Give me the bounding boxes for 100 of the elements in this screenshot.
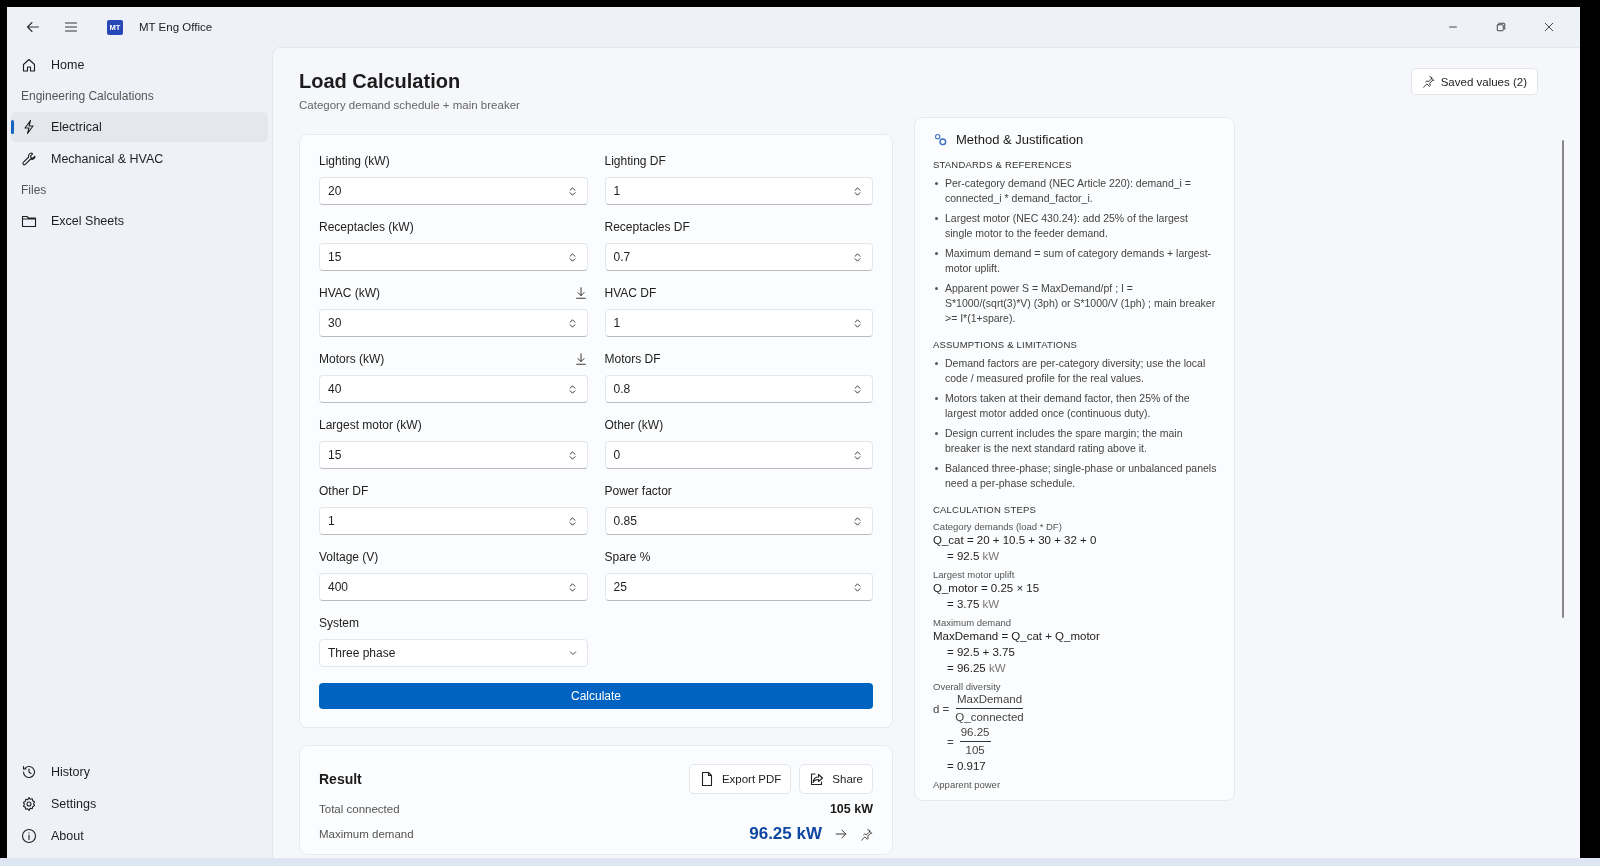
- bullet-text: Largest motor (NEC 430.24): add 25% of the largest single motor to the feeder demand.: [945, 211, 1189, 241]
- menu-icon: [63, 19, 79, 35]
- result-value: 96.25 kW: [749, 824, 822, 844]
- step-caption: Maximum demand: [933, 617, 1013, 628]
- close-icon: [1543, 21, 1555, 33]
- history-icon: [21, 764, 37, 780]
- number-field[interactable]: 400: [319, 573, 588, 601]
- sidebar-item[interactable]: About: [11, 821, 268, 851]
- bullet-icon: [935, 182, 938, 185]
- step-caption: Overall diversity: [933, 681, 1002, 692]
- spinner-icon: [851, 316, 864, 330]
- formula-line: Q_cat = 20 + 10.5 + 30 + 32 + 0: [933, 533, 1098, 548]
- number-field[interactable]: 15: [319, 243, 588, 271]
- gears-icon: [933, 132, 948, 147]
- step-caption: Apparent power: [933, 779, 1002, 790]
- section-heading: ASSUMPTIONS & LIMITATIONS: [933, 339, 1078, 350]
- formula-line: = 96.25 kW: [946, 661, 1007, 676]
- sidebar-item[interactable]: Electrical: [11, 112, 268, 142]
- bullet-icon: [935, 432, 938, 435]
- sidebar-item[interactable]: Excel Sheets: [11, 206, 268, 236]
- spinner-icon: [851, 250, 864, 264]
- result-title: Result: [319, 771, 362, 787]
- number-field[interactable]: 40: [319, 375, 588, 403]
- field-label: HVAC (kW): [319, 286, 381, 300]
- bullet-text: Balanced three-phase; single-phase or unbalanced panels need a per-phase schedule.: [945, 461, 1218, 491]
- field-label: Voltage (V): [319, 550, 379, 564]
- field-label: Receptacles DF: [604, 220, 690, 234]
- number-field[interactable]: 1: [604, 309, 873, 337]
- pin-button[interactable]: [860, 827, 873, 841]
- section-heading: CALCULATION STEPS: [933, 504, 1037, 515]
- field-label: Motors DF: [604, 352, 661, 366]
- bullet-icon: [935, 252, 938, 255]
- sidebar-item[interactable]: Home: [11, 50, 268, 80]
- calculate-button[interactable]: Calculate: [319, 683, 873, 709]
- result-label: Maximum demand: [319, 828, 414, 840]
- number-field[interactable]: 1: [604, 177, 873, 205]
- formula-text: =: [947, 735, 954, 748]
- method-title: Method & Justification: [956, 132, 1084, 147]
- number-field[interactable]: 30: [319, 309, 588, 337]
- field-label: Receptacles (kW): [319, 220, 414, 234]
- field-label: Lighting (kW): [319, 154, 390, 168]
- formula-line: Q_motor = 0.25 × 15: [933, 581, 1041, 596]
- numerator: 96.25: [959, 725, 991, 742]
- sidebar-item[interactable]: History: [11, 757, 268, 787]
- import-button[interactable]: [573, 286, 588, 300]
- bullet-icon: [935, 467, 938, 470]
- number-field[interactable]: 20: [319, 177, 588, 205]
- field-label: Motors (kW): [319, 352, 385, 366]
- formula-line: = 0.917: [946, 759, 987, 774]
- number-field[interactable]: 0.8: [604, 375, 873, 403]
- bullet-icon: [935, 217, 938, 220]
- page-title: Load Calculation: [299, 70, 462, 93]
- scrollbar[interactable]: [1562, 140, 1564, 618]
- wrench-icon: [21, 151, 37, 167]
- pin-icon: [860, 827, 873, 841]
- section-heading: STANDARDS & REFERENCES: [933, 159, 1073, 170]
- denominator: 105: [965, 743, 985, 758]
- denominator: Q_connected: [955, 710, 1024, 725]
- field-label: System: [319, 616, 359, 630]
- dropdown[interactable]: Three phase: [319, 639, 588, 667]
- number-field[interactable]: 0.7: [604, 243, 873, 271]
- share-button[interactable]: Share: [799, 764, 873, 794]
- field-label: Lighting DF: [604, 154, 666, 168]
- number-field[interactable]: 0: [604, 441, 873, 469]
- formula-line: MaxDemand = Q_cat + Q_motor: [933, 629, 1101, 644]
- section-header: Engineering Calculations: [20, 88, 155, 105]
- folder-icon: [21, 213, 37, 229]
- formula-text: d =: [933, 702, 950, 715]
- restore-icon: [1495, 21, 1507, 33]
- formula-line: = 92.5 + 3.75: [946, 645, 1016, 660]
- bullet-text: Maximum demand = sum of category demands + largest-motor uplift.: [945, 246, 1213, 276]
- export-button[interactable]: Export PDF: [688, 764, 792, 794]
- settings-icon: [21, 796, 37, 812]
- info-icon: [21, 828, 37, 844]
- bullet-text: Apparent power S = MaxDemand/pf ; I = S*1000/(sqrt(3)*V) (3ph) or S*1000/V (1ph) ; main breaker >= I*(1+spare).: [945, 281, 1217, 326]
- sidebar-item[interactable]: Mechanical & HVAC: [11, 144, 268, 174]
- saved-values-button[interactable]: Saved values (2): [1410, 68, 1538, 95]
- download-icon: [573, 352, 588, 366]
- import-button[interactable]: [573, 352, 588, 366]
- bullet-icon: [935, 397, 938, 400]
- page-subtitle: Category demand schedule + main breaker: [299, 99, 520, 111]
- spinner-icon: [851, 448, 864, 462]
- number-field[interactable]: 15: [319, 441, 588, 469]
- bullet-icon: [935, 287, 938, 290]
- bullet-text: Demand factors are per-category diversity; use the local code / measured profile for the real values.: [945, 356, 1207, 386]
- result-value: 105 kW: [829, 802, 873, 816]
- number-field[interactable]: 0.85: [604, 507, 873, 535]
- spinner-icon: [851, 382, 864, 396]
- arrow-button[interactable]: [834, 827, 848, 841]
- sidebar-item[interactable]: Settings: [11, 789, 268, 819]
- step-caption: Largest motor uplift: [933, 569, 1016, 580]
- number-field[interactable]: 1: [319, 507, 588, 535]
- share-icon: [809, 771, 826, 787]
- home-icon: [21, 57, 37, 73]
- field-label: Largest motor (kW): [319, 418, 422, 432]
- arrow-right-icon: [834, 827, 848, 841]
- field-label: Other (kW): [604, 418, 664, 432]
- spinner-icon: [851, 184, 864, 198]
- number-field[interactable]: 25: [604, 573, 873, 601]
- bullet-icon: [935, 362, 938, 365]
